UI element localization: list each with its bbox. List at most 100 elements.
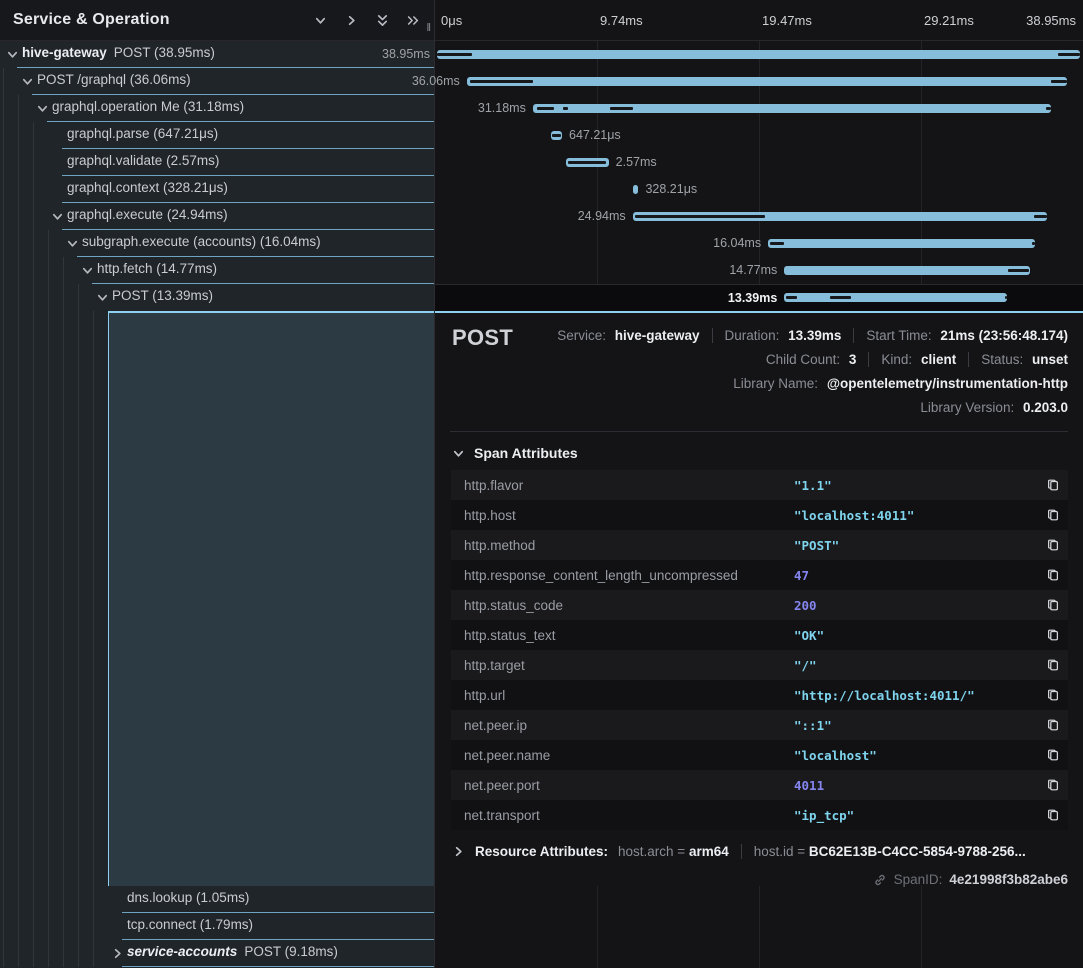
indent-guide (48, 940, 49, 967)
span-tree-row[interactable]: graphql.validate (2.57ms) (0, 149, 434, 176)
span-bar-row[interactable]: 38.95ms (435, 41, 1083, 68)
span-tree-row[interactable]: POST (13.39ms) (0, 284, 434, 311)
span-duration-bar[interactable] (768, 239, 1035, 248)
span-bar-row[interactable]: 16.04ms (435, 230, 1083, 257)
span-bar-row[interactable]: 14.77ms (435, 257, 1083, 284)
meta-value: 13.39ms (788, 328, 841, 343)
child-span-mark (1051, 80, 1067, 83)
span-tree-row[interactable]: hive-gatewayPOST (38.95ms) (0, 41, 434, 68)
indent-guide (33, 284, 34, 311)
span-tree-row[interactable]: http.fetch (14.77ms) (0, 257, 434, 284)
span-bar-row[interactable]: 36.06ms (435, 68, 1083, 95)
span-duration-bar[interactable] (633, 212, 1048, 221)
link-icon[interactable] (873, 873, 887, 887)
span-bar-row[interactable]: 31.18ms (435, 95, 1083, 122)
meta-value: unset (1032, 352, 1068, 367)
copy-icon[interactable] (1038, 538, 1068, 552)
chevron-right-icon[interactable] (110, 947, 124, 961)
meta-value: 21ms (23:56:48.174) (940, 328, 1068, 343)
copy-icon[interactable] (1038, 658, 1068, 672)
copy-icon[interactable] (1038, 808, 1068, 822)
indent-guide (48, 886, 49, 913)
span-label: graphql.context (328.21μs) (67, 180, 228, 195)
span-duration-bar[interactable] (467, 77, 1067, 86)
copy-icon[interactable] (1038, 508, 1068, 522)
collapse-one-icon[interactable] (313, 13, 327, 27)
span-duration-bar[interactable] (437, 50, 1080, 59)
copy-icon[interactable] (1038, 478, 1068, 492)
span-tree-row[interactable]: service-accountsPOST (9.18ms) (0, 940, 434, 967)
time-tick-label: 38.95ms (1026, 0, 1076, 40)
span-duration-label: 328.21μs (645, 182, 697, 196)
chevron-down-icon[interactable] (20, 75, 34, 89)
panel-title: Service & Operation (0, 11, 170, 29)
operation-name: POST /graphql (36.06ms) (37, 72, 191, 87)
chevron-down-icon[interactable] (80, 264, 94, 278)
span-tree-row[interactable]: graphql.parse (647.21μs) (0, 122, 434, 149)
span-duration-bar[interactable] (784, 266, 1030, 275)
span-duration-bar[interactable] (551, 131, 562, 140)
span-tree-row[interactable]: dns.lookup (1.05ms) (0, 886, 434, 913)
indent-guide (33, 886, 34, 913)
span-duration-bar[interactable] (633, 185, 639, 194)
span-tree-row[interactable]: graphql.operation Me (31.18ms) (0, 95, 434, 122)
copy-icon[interactable] (1038, 598, 1068, 612)
child-span-mark (786, 296, 797, 299)
indent-guide (3, 176, 4, 203)
span-duration-label: 36.06ms (412, 74, 460, 88)
span-tree-row[interactable]: graphql.execute (24.94ms) (0, 203, 434, 230)
chevron-down-icon[interactable] (35, 102, 49, 116)
meta-value: 3 (849, 352, 857, 367)
copy-icon[interactable] (1038, 568, 1068, 582)
resource-attributes-toggle[interactable]: Resource Attributes:host.arch = arm64hos… (452, 844, 1068, 859)
attribute-key: http.method (451, 538, 794, 553)
attribute-row: net.transport"ip_tcp" (451, 800, 1068, 830)
span-id-row: SpanID:4e21998f3b82abe6 (450, 872, 1068, 887)
indent-guide (3, 257, 4, 284)
attribute-row: net.peer.port4011 (451, 770, 1068, 800)
attribute-row: http.flavor"1.1" (451, 470, 1068, 500)
collapse-all-icon[interactable] (375, 13, 389, 27)
resource-attribute-pair: host.id = BC62E13B-C4CC-5854-9788-256... (754, 844, 1026, 859)
indent-guide (33, 176, 34, 203)
attribute-key: http.status_text (451, 628, 794, 643)
span-duration-bar[interactable] (566, 158, 609, 167)
span-duration-bar[interactable] (784, 293, 1007, 302)
copy-icon[interactable] (1038, 748, 1068, 762)
attribute-key: http.target (451, 658, 794, 673)
indent-guide (48, 257, 49, 284)
span-tree-row[interactable]: subgraph.execute (accounts) (16.04ms) (0, 230, 434, 257)
span-bar-row[interactable]: 647.21μs (435, 122, 1083, 149)
chevron-down-icon[interactable] (50, 210, 64, 224)
span-attributes-toggle[interactable]: Span Attributes (452, 445, 1068, 461)
span-tree-row[interactable]: tcp.connect (1.79ms) (0, 913, 434, 940)
attribute-row: http.status_text"OK" (451, 620, 1068, 650)
span-duration-bar[interactable] (533, 104, 1051, 113)
expand-all-icon[interactable] (406, 13, 420, 27)
child-span-mark (1034, 215, 1047, 218)
span-label: POST (13.39ms) (112, 288, 213, 303)
chevron-down-icon[interactable] (65, 237, 79, 251)
copy-icon[interactable] (1038, 778, 1068, 792)
indent-guide (93, 886, 94, 913)
span-duration-label: 647.21μs (569, 128, 621, 142)
span-bar-row[interactable]: 328.21μs (435, 176, 1083, 203)
span-bar-row[interactable]: 13.39ms (435, 284, 1083, 311)
chevron-down-icon[interactable] (95, 291, 109, 305)
span-bar-row[interactable]: 2.57ms (435, 149, 1083, 176)
chevron-down-icon[interactable] (5, 48, 19, 62)
chevron-down-icon (452, 447, 465, 460)
copy-icon[interactable] (1038, 718, 1068, 732)
expand-one-icon[interactable] (344, 13, 358, 27)
span-bar-row[interactable]: 24.94ms (435, 203, 1083, 230)
span-tree-row[interactable]: graphql.context (328.21μs) (0, 176, 434, 203)
operation-name: graphql.parse (647.21μs) (67, 126, 218, 141)
span-tree-row[interactable]: POST /graphql (36.06ms) (0, 68, 434, 95)
copy-icon[interactable] (1038, 688, 1068, 702)
attribute-key: http.flavor (451, 478, 794, 493)
span-duration-label: 16.04ms (713, 236, 761, 250)
indent-guide (18, 149, 19, 176)
attribute-key: net.transport (451, 808, 794, 823)
copy-icon[interactable] (1038, 628, 1068, 642)
panel-resize-handle[interactable]: ‖ (426, 22, 432, 34)
